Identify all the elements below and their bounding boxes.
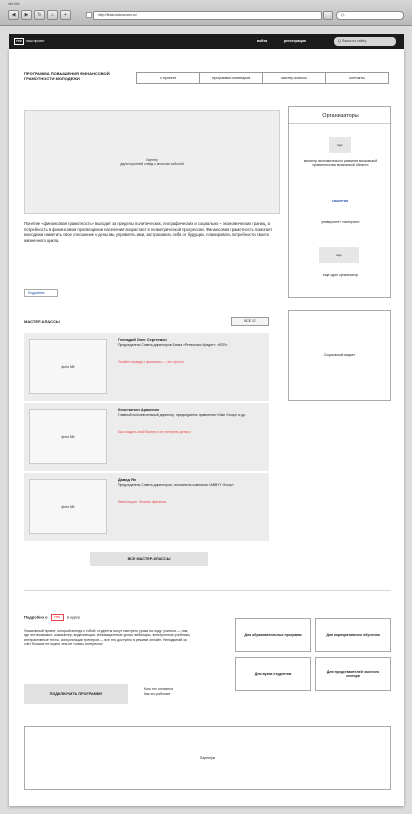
tab-program[interactable]: программа семинаров — [200, 73, 263, 83]
subscribe-program-button[interactable]: ПОДКЛЮЧИТЬ ПРОГРАММУ — [24, 684, 128, 704]
page-title: ПРОГРАММА ПОВЫШЕНИЯ ФИНАНСОВОЙ ГРАМОТНОС… — [24, 71, 110, 81]
audience-button-corporate[interactable]: Для корпоративного обучения — [315, 618, 391, 652]
home-button[interactable]: ⌂ — [47, 10, 58, 20]
site-logo-text[interactable]: наш проект — [26, 39, 45, 43]
masterclass-photo[interactable]: фото МК — [29, 409, 107, 464]
masterclass-photo[interactable]: фото МК — [29, 339, 107, 394]
masterclass-description: Председатель Совета директоров, основате… — [118, 483, 234, 487]
masterclass-description: Главный исполнительный директор, председ… — [118, 413, 246, 417]
intro-text: Понятие «финансовая грамотность» выходит… — [24, 221, 273, 243]
site-logo-badge[interactable]: ГРК — [14, 38, 24, 45]
go-button[interactable] — [323, 11, 333, 20]
favicon-icon — [86, 12, 92, 18]
site-topbar: ГРК наш проект войти регистрация Q Поиск… — [9, 34, 404, 49]
masterclass-card[interactable]: фото МК Давид Ян Председатель Совета дир… — [24, 473, 269, 541]
about-links: Кого это готовится Как это работает — [144, 687, 199, 697]
more-link[interactable]: Подробнее — [24, 289, 58, 297]
masterclass-speaker: Давид Ян — [118, 478, 136, 482]
how-link[interactable]: Как это работает — [144, 692, 199, 697]
add-tab-button[interactable]: + — [60, 10, 71, 20]
about-text: Уникальный проект, который всегда с тобо… — [24, 629, 191, 646]
tab-contacts[interactable]: контакты — [326, 73, 388, 83]
main-nav-tabs: о проекте программа семинаров мастер-кла… — [136, 72, 389, 84]
back-button[interactable]: ◀ — [8, 10, 19, 20]
audience-button-education[interactable]: Для образовательных программ — [235, 618, 311, 652]
window-title: site title — [8, 2, 20, 6]
about-title: Подробно о ГРК в курсе — [24, 614, 80, 621]
masterclass-speaker: Геннадий Олег Сергеевич — [118, 338, 167, 342]
organizer-caption-1: министр экономического развития московск… — [303, 159, 378, 168]
audience-button-private[interactable]: Для представителей частного сектора — [315, 657, 391, 691]
page-content: ПРОГРАММА ПОВЫШЕНИЯ ФИНАНСОВОЙ ГРАМОТНОС… — [9, 49, 404, 806]
masterclass-description: Председатель Совета директоров Банка «Ре… — [118, 343, 228, 347]
section-divider — [24, 590, 391, 591]
hero-banner[interactable]: Баннер двухсторонний слайд с анонсом соб… — [24, 110, 280, 214]
reload-button[interactable]: ↻ — [34, 10, 45, 20]
masterclasses-title: МАСТЕР-КЛАССЫ — [24, 319, 60, 324]
organizer-caption-2: университет «синергия» — [321, 220, 360, 224]
masterclass-link[interactable]: Как создать свой бизнес и не потерять де… — [118, 430, 191, 434]
organizer-logo-2[interactable]: СИНЕРГИЯ — [327, 199, 353, 210]
address-bar[interactable]: http://financialcourses.ru/ — [93, 11, 322, 20]
organizers-panel: Организаторы logo министр экономического… — [288, 106, 392, 298]
masterclass-speaker: Константин Аракелян — [118, 408, 159, 412]
about-logo-badge: ГРК — [50, 614, 64, 621]
tab-about[interactable]: о проекте — [137, 73, 200, 83]
about-title-prefix: Подробно о — [24, 614, 48, 620]
masterclass-card[interactable]: фото МК Константин Аракелян Главный испо… — [24, 403, 269, 471]
organizers-title: Организаторы — [322, 113, 359, 119]
tab-masterclasses[interactable]: мастер-классы — [263, 73, 326, 83]
hero-banner-caption: Баннер двухсторонний слайд с анонсом соб… — [120, 158, 184, 166]
organizers-divider — [289, 123, 392, 124]
organizer-logo-3[interactable]: logo — [319, 247, 359, 263]
all-masterclasses-count-button[interactable]: ВСЕ 12 — [231, 317, 269, 326]
organizer-caption-3: еще один организатор — [322, 273, 359, 277]
site-search-input[interactable]: Q Поиск по сайту — [334, 37, 396, 46]
browser-search-input[interactable]: Q- — [336, 11, 404, 20]
organizer-logo-1[interactable]: logo — [329, 137, 351, 153]
about-title-suffix: в курсе — [66, 614, 81, 620]
masterclass-link[interactable]: Узнайте правду о финансах — это просто — [118, 360, 184, 364]
all-masterclasses-button[interactable]: ВСЕ МАСТЕР-КЛАССЫ — [90, 552, 208, 566]
masterclass-link[interactable]: Инвестиции. Личные финансы — [118, 500, 166, 504]
forward-button[interactable]: ▶ — [21, 10, 32, 20]
register-link[interactable]: регистрация — [284, 39, 306, 43]
masterclass-card[interactable]: фото МК Геннадий Олег Сергеевич Председа… — [24, 333, 269, 401]
partners-block[interactable]: Партнеры — [24, 726, 391, 790]
browser-toolbar: site title ◀ ▶ ↻ ⌂ + http://financialcou… — [0, 0, 412, 26]
masterclass-photo[interactable]: фото МК — [29, 479, 107, 534]
social-widget[interactable]: Социальный виджет — [288, 310, 391, 401]
login-link[interactable]: войти — [257, 39, 267, 43]
audience-button-students[interactable]: Для вузов студентов — [235, 657, 311, 691]
